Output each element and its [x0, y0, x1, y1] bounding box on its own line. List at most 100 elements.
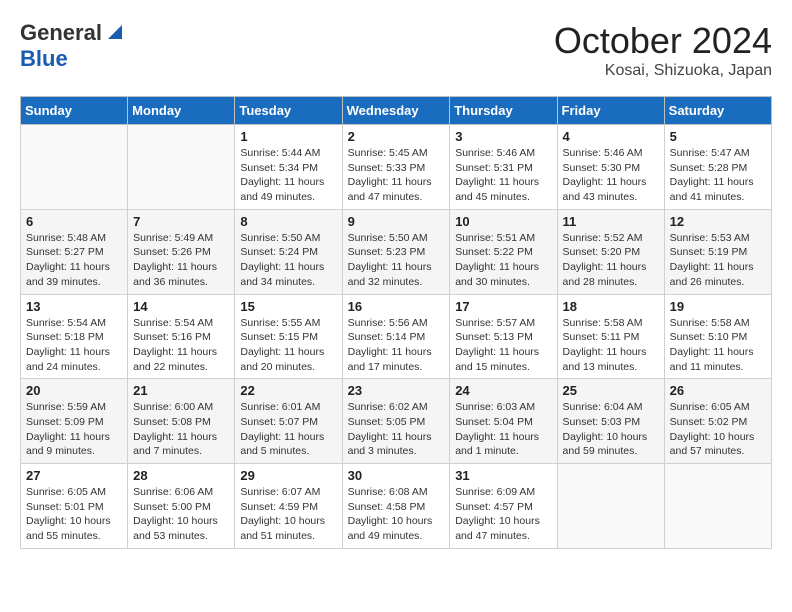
day-details: Sunrise: 5:56 AMSunset: 5:14 PMDaylight:…	[348, 316, 445, 375]
day-details: Sunrise: 5:49 AMSunset: 5:26 PMDaylight:…	[133, 231, 229, 290]
day-details: Sunrise: 6:05 AMSunset: 5:02 PMDaylight:…	[670, 400, 766, 459]
month-title: October 2024	[554, 20, 772, 62]
calendar-cell: 27 Sunrise: 6:05 AMSunset: 5:01 PMDayligh…	[21, 464, 128, 549]
day-number: 7	[133, 214, 229, 229]
day-number: 19	[670, 299, 766, 314]
day-number: 29	[240, 468, 336, 483]
calendar-cell	[664, 464, 771, 549]
calendar-cell: 20 Sunrise: 5:59 AMSunset: 5:09 PMDayligh…	[21, 379, 128, 464]
calendar-cell: 6Sunrise: 5:48 AMSunset: 5:27 PMDaylight…	[21, 209, 128, 294]
calendar-week-row: 1Sunrise: 5:44 AMSunset: 5:34 PMDaylight…	[21, 125, 772, 210]
day-details: Sunrise: 5:44 AMSunset: 5:34 PMDaylight:…	[240, 146, 336, 205]
col-header-sunday: Sunday	[21, 97, 128, 125]
col-header-saturday: Saturday	[664, 97, 771, 125]
calendar-cell: 31Sunrise: 6:09 AMSunset: 4:57 PMDayligh…	[450, 464, 557, 549]
col-header-tuesday: Tuesday	[235, 97, 342, 125]
day-number: 2	[348, 129, 445, 144]
calendar-cell: 7 Sunrise: 5:49 AMSunset: 5:26 PMDaylight…	[128, 209, 235, 294]
calendar-week-row: 20 Sunrise: 5:59 AMSunset: 5:09 PMDayligh…	[21, 379, 772, 464]
day-number: 6	[26, 214, 122, 229]
day-details: Sunrise: 6:04 AMSunset: 5:03 PMDaylight:…	[563, 400, 659, 459]
day-number: 18	[563, 299, 659, 314]
day-number: 11	[563, 214, 659, 229]
calendar-cell: 8Sunrise: 5:50 AMSunset: 5:24 PMDaylight…	[235, 209, 342, 294]
calendar-cell: 5 Sunrise: 5:47 AMSunset: 5:28 PMDaylight…	[664, 125, 771, 210]
day-number: 9	[348, 214, 445, 229]
page-header: General Blue October 2024 Kosai, Shizuok…	[20, 20, 772, 80]
day-number: 16	[348, 299, 445, 314]
day-number: 4	[563, 129, 659, 144]
day-details: Sunrise: 5:50 AMSunset: 5:23 PMDaylight:…	[348, 231, 445, 290]
calendar-cell: 21Sunrise: 6:00 AMSunset: 5:08 PMDayligh…	[128, 379, 235, 464]
day-details: Sunrise: 6:00 AMSunset: 5:08 PMDaylight:…	[133, 400, 229, 459]
calendar-cell	[21, 125, 128, 210]
calendar-cell: 25 Sunrise: 6:04 AMSunset: 5:03 PMDayligh…	[557, 379, 664, 464]
calendar-cell: 26 Sunrise: 6:05 AMSunset: 5:02 PMDayligh…	[664, 379, 771, 464]
calendar-cell: 4 Sunrise: 5:46 AMSunset: 5:30 PMDaylight…	[557, 125, 664, 210]
calendar-cell: 9 Sunrise: 5:50 AMSunset: 5:23 PMDaylight…	[342, 209, 450, 294]
calendar-cell: 28 Sunrise: 6:06 AMSunset: 5:00 PMDayligh…	[128, 464, 235, 549]
col-header-wednesday: Wednesday	[342, 97, 450, 125]
title-block: October 2024 Kosai, Shizuoka, Japan	[554, 20, 772, 80]
day-details: Sunrise: 5:46 AMSunset: 5:31 PMDaylight:…	[455, 146, 551, 205]
day-details: Sunrise: 5:50 AMSunset: 5:24 PMDaylight:…	[240, 231, 336, 290]
calendar-cell: 29Sunrise: 6:07 AMSunset: 4:59 PMDayligh…	[235, 464, 342, 549]
day-number: 27	[26, 468, 122, 483]
day-number: 14	[133, 299, 229, 314]
day-details: Sunrise: 5:55 AMSunset: 5:15 PMDaylight:…	[240, 316, 336, 375]
day-details: Sunrise: 6:02 AMSunset: 5:05 PMDaylight:…	[348, 400, 445, 459]
calendar-cell: 17 Sunrise: 5:57 AMSunset: 5:13 PMDayligh…	[450, 294, 557, 379]
day-details: Sunrise: 5:57 AMSunset: 5:13 PMDaylight:…	[455, 316, 551, 375]
day-number: 23	[348, 383, 445, 398]
day-details: Sunrise: 5:54 AMSunset: 5:18 PMDaylight:…	[26, 316, 122, 375]
day-number: 25	[563, 383, 659, 398]
logo-blue-text: Blue	[20, 46, 68, 72]
day-details: Sunrise: 5:59 AMSunset: 5:09 PMDaylight:…	[26, 400, 122, 459]
day-number: 26	[670, 383, 766, 398]
day-number: 22	[240, 383, 336, 398]
location-subtitle: Kosai, Shizuoka, Japan	[554, 62, 772, 80]
logo-triangle-icon	[104, 23, 122, 41]
day-number: 31	[455, 468, 551, 483]
day-details: Sunrise: 5:46 AMSunset: 5:30 PMDaylight:…	[563, 146, 659, 205]
calendar-cell: 23 Sunrise: 6:02 AMSunset: 5:05 PMDayligh…	[342, 379, 450, 464]
day-number: 15	[240, 299, 336, 314]
day-details: Sunrise: 6:08 AMSunset: 4:58 PMDaylight:…	[348, 485, 445, 544]
day-details: Sunrise: 5:45 AMSunset: 5:33 PMDaylight:…	[348, 146, 445, 205]
calendar-cell: 18Sunrise: 5:58 AMSunset: 5:11 PMDayligh…	[557, 294, 664, 379]
calendar-cell: 22 Sunrise: 6:01 AMSunset: 5:07 PMDayligh…	[235, 379, 342, 464]
col-header-friday: Friday	[557, 97, 664, 125]
day-number: 24	[455, 383, 551, 398]
day-details: Sunrise: 5:54 AMSunset: 5:16 PMDaylight:…	[133, 316, 229, 375]
calendar-cell: 19Sunrise: 5:58 AMSunset: 5:10 PMDayligh…	[664, 294, 771, 379]
calendar-table: SundayMondayTuesdayWednesdayThursdayFrid…	[20, 96, 772, 549]
calendar-cell: 16 Sunrise: 5:56 AMSunset: 5:14 PMDayligh…	[342, 294, 450, 379]
calendar-week-row: 13 Sunrise: 5:54 AMSunset: 5:18 PMDayligh…	[21, 294, 772, 379]
col-header-monday: Monday	[128, 97, 235, 125]
day-number: 3	[455, 129, 551, 144]
calendar-cell: 30 Sunrise: 6:08 AMSunset: 4:58 PMDayligh…	[342, 464, 450, 549]
day-number: 5	[670, 129, 766, 144]
calendar-cell: 15 Sunrise: 5:55 AMSunset: 5:15 PMDayligh…	[235, 294, 342, 379]
calendar-cell: 1Sunrise: 5:44 AMSunset: 5:34 PMDaylight…	[235, 125, 342, 210]
day-number: 20	[26, 383, 122, 398]
day-number: 30	[348, 468, 445, 483]
day-details: Sunrise: 5:47 AMSunset: 5:28 PMDaylight:…	[670, 146, 766, 205]
calendar-cell: 14 Sunrise: 5:54 AMSunset: 5:16 PMDayligh…	[128, 294, 235, 379]
logo: General Blue	[20, 20, 122, 72]
calendar-cell: 24 Sunrise: 6:03 AMSunset: 5:04 PMDayligh…	[450, 379, 557, 464]
day-details: Sunrise: 6:06 AMSunset: 5:00 PMDaylight:…	[133, 485, 229, 544]
day-details: Sunrise: 6:01 AMSunset: 5:07 PMDaylight:…	[240, 400, 336, 459]
calendar-cell: 12Sunrise: 5:53 AMSunset: 5:19 PMDayligh…	[664, 209, 771, 294]
day-details: Sunrise: 5:52 AMSunset: 5:20 PMDaylight:…	[563, 231, 659, 290]
day-number: 28	[133, 468, 229, 483]
calendar-week-row: 6Sunrise: 5:48 AMSunset: 5:27 PMDaylight…	[21, 209, 772, 294]
calendar-header-row: SundayMondayTuesdayWednesdayThursdayFrid…	[21, 97, 772, 125]
day-number: 13	[26, 299, 122, 314]
day-number: 17	[455, 299, 551, 314]
logo-general-text: General	[20, 20, 102, 46]
calendar-cell: 3 Sunrise: 5:46 AMSunset: 5:31 PMDaylight…	[450, 125, 557, 210]
day-details: Sunrise: 6:05 AMSunset: 5:01 PMDaylight:…	[26, 485, 122, 544]
day-details: Sunrise: 6:03 AMSunset: 5:04 PMDaylight:…	[455, 400, 551, 459]
col-header-thursday: Thursday	[450, 97, 557, 125]
